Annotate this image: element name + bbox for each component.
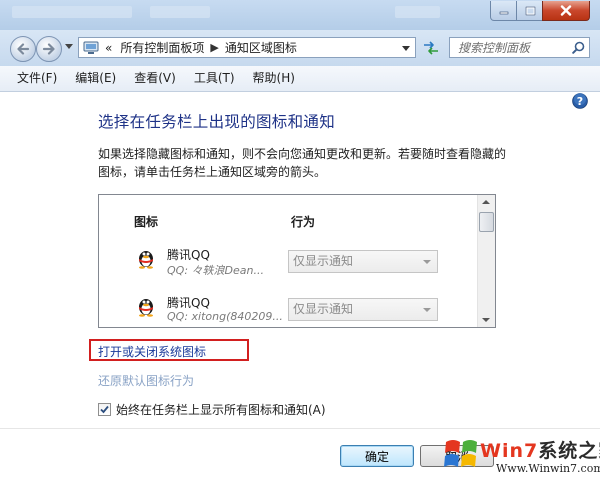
content-pane: ? 选择在任务栏上出现的图标和通知 如果选择隐藏图标和通知，则不会向您通知更改和… bbox=[0, 92, 600, 484]
minimize-icon bbox=[499, 11, 509, 14]
close-icon bbox=[560, 5, 572, 16]
scroll-down-arrow-icon[interactable] bbox=[482, 318, 490, 322]
maximize-button[interactable] bbox=[516, 1, 544, 21]
app-subtitle: QQ: xitong(840209... bbox=[167, 310, 283, 323]
close-button[interactable] bbox=[542, 1, 590, 21]
always-show-option[interactable]: 始终在任务栏上显示所有图标和通知(A) bbox=[98, 401, 326, 418]
title-bar bbox=[0, 0, 600, 30]
footer-divider bbox=[0, 428, 600, 429]
app-subtitle: QQ: 々轶浪Dean... bbox=[167, 264, 264, 277]
column-header-icon: 图标 bbox=[134, 215, 159, 229]
menu-view[interactable]: 查看(V) bbox=[127, 66, 183, 91]
page-title: 选择在任务栏上出现的图标和通知 bbox=[98, 113, 336, 131]
watermark: Win7系统之家 Www.Winwin7.com bbox=[440, 432, 600, 482]
notification-icons-list[interactable]: 图标 行为 腾讯QQ QQ: 々轶浪Dean... 仅显示通知 腾讯QQ QQ:… bbox=[98, 194, 496, 328]
breadcrumb-separator[interactable]: ▶ bbox=[210, 41, 218, 54]
watermark-brand-prefix: Win7 bbox=[480, 440, 539, 462]
refresh-icon bbox=[424, 41, 438, 55]
minimize-button[interactable] bbox=[490, 1, 518, 21]
app-name: 腾讯QQ bbox=[167, 248, 210, 262]
menu-bar: 文件(F) 编辑(E) 查看(V) 工具(T) 帮助(H) bbox=[0, 66, 600, 92]
forward-button[interactable] bbox=[36, 36, 62, 62]
maximize-icon bbox=[525, 6, 535, 15]
watermark-brand: Win7系统之家 bbox=[480, 436, 600, 463]
restore-defaults-link[interactable]: 还原默认图标行为 bbox=[98, 372, 194, 389]
refresh-button[interactable] bbox=[420, 39, 442, 57]
column-header-behavior: 行为 bbox=[291, 215, 316, 229]
search-input[interactable] bbox=[458, 40, 558, 55]
qq-penguin-icon bbox=[139, 299, 153, 317]
address-dropdown[interactable] bbox=[402, 46, 410, 51]
address-bar[interactable]: « 所有控制面板项 ▶ 通知区域图标 bbox=[78, 37, 416, 58]
menu-edit[interactable]: 编辑(E) bbox=[68, 66, 123, 91]
help-icon[interactable]: ? bbox=[572, 93, 588, 109]
breadcrumb-all-items[interactable]: 所有控制面板项 bbox=[120, 39, 204, 56]
always-show-checkbox[interactable] bbox=[98, 403, 111, 416]
title-text-blur bbox=[395, 6, 440, 18]
behavior-dropdown[interactable]: 仅显示通知 bbox=[288, 298, 438, 321]
behavior-dropdown-value: 仅显示通知 bbox=[293, 302, 354, 316]
chevron-down-icon bbox=[423, 308, 431, 312]
menu-tools[interactable]: 工具(T) bbox=[187, 66, 242, 91]
menu-file[interactable]: 文件(F) bbox=[10, 66, 64, 91]
recent-pages-dropdown[interactable] bbox=[65, 44, 73, 49]
page-description: 如果选择隐藏图标和通知，则不会向您通知更改和更新。若要随时查看隐藏的图标，请单击… bbox=[98, 147, 507, 179]
title-text-blur bbox=[150, 6, 210, 18]
address-prefix[interactable]: « bbox=[105, 41, 112, 55]
scroll-thumb[interactable] bbox=[479, 212, 494, 232]
back-button[interactable] bbox=[10, 36, 36, 62]
list-item: 腾讯QQ QQ: 々轶浪Dean... 仅显示通知 bbox=[99, 245, 479, 289]
breadcrumb-notification-icons[interactable]: 通知区域图标 bbox=[225, 39, 297, 56]
title-text-blur bbox=[12, 6, 132, 18]
behavior-dropdown[interactable]: 仅显示通知 bbox=[288, 250, 438, 273]
windows-logo-icon bbox=[444, 440, 477, 467]
svg-text:?: ? bbox=[577, 95, 583, 108]
scroll-up-arrow-icon[interactable] bbox=[482, 200, 490, 204]
search-box bbox=[449, 37, 590, 58]
watermark-url: Www.Winwin7.com bbox=[496, 462, 600, 475]
search-icon[interactable] bbox=[572, 41, 585, 54]
behavior-dropdown-value: 仅显示通知 bbox=[293, 254, 354, 268]
back-arrow-icon bbox=[17, 43, 30, 55]
ok-button[interactable]: 确定 bbox=[340, 445, 414, 467]
list-scrollbar[interactable] bbox=[477, 195, 495, 327]
app-name: 腾讯QQ bbox=[167, 296, 210, 310]
forward-arrow-icon bbox=[42, 43, 55, 55]
checkmark-icon bbox=[100, 405, 109, 414]
chevron-down-icon bbox=[423, 260, 431, 264]
control-panel-icon bbox=[83, 41, 99, 54]
menu-help[interactable]: 帮助(H) bbox=[246, 66, 302, 91]
watermark-brand-suffix: 系统之家 bbox=[538, 440, 600, 462]
list-item: 腾讯QQ QQ: xitong(840209... 仅显示通知 bbox=[99, 293, 479, 327]
navigation-bar: « 所有控制面板项 ▶ 通知区域图标 bbox=[0, 30, 600, 66]
qq-penguin-icon bbox=[139, 251, 153, 269]
highlight-frame bbox=[89, 339, 249, 361]
always-show-label: 始终在任务栏上显示所有图标和通知(A) bbox=[116, 403, 326, 417]
